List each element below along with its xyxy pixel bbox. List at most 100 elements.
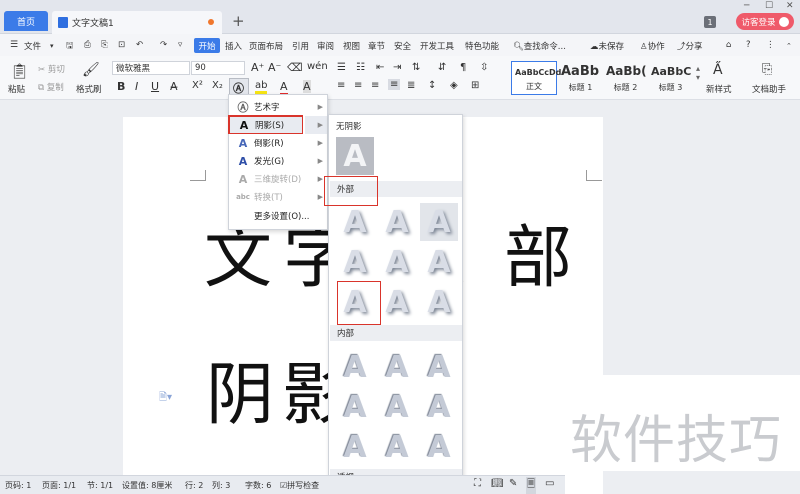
new-tab-button[interactable]: + — [232, 12, 245, 30]
strikethrough-icon[interactable]: A̶ — [170, 80, 178, 93]
fullscreen-icon[interactable]: ⛶ — [474, 478, 481, 489]
cut-button[interactable]: ✂ 剪切 — [38, 63, 65, 75]
inner-shadow-option[interactable]: A — [336, 348, 374, 386]
grow-font-icon[interactable]: A⁺ — [251, 61, 264, 74]
inner-shadow-option[interactable]: A — [420, 428, 458, 466]
style-heading3[interactable]: AaBbC 标题 3 — [648, 61, 693, 95]
format-painter-icon[interactable]: 🖌︎ — [82, 62, 100, 78]
quick-access-chevron-icon[interactable]: ▿ — [178, 40, 182, 50]
line-spacing-icon[interactable]: ⇳ — [480, 62, 488, 73]
paste-icon[interactable]: 📋︎ — [10, 62, 29, 80]
undo-icon[interactable]: ↶ — [136, 40, 143, 50]
save-icon[interactable]: 🖫 — [66, 40, 73, 54]
outer-shadow-option[interactable]: A — [420, 203, 458, 241]
style-heading2[interactable]: AaBb( 标题 2 — [603, 61, 648, 95]
numbered-list-icon[interactable]: ☷ — [356, 62, 365, 73]
tab-review[interactable]: 审阅 — [317, 40, 334, 52]
bold-button[interactable]: B — [117, 80, 125, 93]
page-view-icon[interactable]: 🗏︎ — [526, 477, 537, 494]
window-count-badge[interactable]: 1 — [704, 16, 716, 28]
tab-chapter[interactable]: 章节 — [368, 40, 385, 52]
more-icon[interactable]: ⋮ — [766, 40, 775, 50]
inner-shadow-option[interactable]: A — [378, 428, 416, 466]
paragraph-options-icon[interactable]: 🗎︎▾ — [159, 390, 172, 407]
spell-check-button[interactable]: ☑拼写检查 — [280, 480, 319, 491]
no-shadow-option[interactable]: A — [336, 137, 374, 175]
new-style-icon[interactable]: A̋ — [713, 62, 723, 78]
unsaved-status[interactable]: ☁未保存 — [590, 40, 624, 52]
outer-shadow-option[interactable]: A — [420, 283, 458, 321]
superscript-icon[interactable]: X² — [192, 80, 203, 91]
collab-button[interactable]: ♙协作 — [640, 40, 665, 52]
char-shading-icon[interactable]: A — [303, 80, 311, 93]
show-marks-icon[interactable]: ¶ — [460, 62, 466, 73]
format-painter-button[interactable]: 格式刷 — [76, 83, 102, 95]
bullet-list-icon[interactable]: ☰ — [337, 62, 346, 73]
style-heading1[interactable]: AaBb 标题 1 — [558, 61, 603, 95]
export-icon[interactable]: ⊡ — [118, 40, 125, 50]
font-size-select[interactable]: 90 — [191, 61, 245, 75]
close-icon[interactable]: ✕ — [786, 1, 794, 11]
tab-view[interactable]: 视图 — [343, 40, 360, 52]
sort-icon[interactable]: ⇵ — [438, 62, 446, 73]
submenu-arrow-area[interactable]: ▶ — [305, 116, 327, 134]
menu-item-glow[interactable]: A 发光(G) ▶ — [229, 152, 327, 170]
text-effect-button[interactable]: Ⓐ — [229, 78, 249, 95]
style-scroll-icon[interactable]: ▴ ▾ — [696, 64, 700, 82]
underline-button[interactable]: U — [151, 80, 159, 93]
shrink-font-icon[interactable]: A⁻ — [268, 61, 281, 74]
clear-format-icon[interactable]: ⌫ — [287, 61, 303, 74]
collapse-ribbon-icon[interactable]: ⌃ — [786, 42, 792, 50]
inner-shadow-option[interactable]: A — [378, 388, 416, 426]
shading-icon[interactable]: ◈ — [450, 80, 458, 91]
tab-page-layout[interactable]: 页面布局 — [249, 40, 283, 52]
increase-indent-icon[interactable]: ⇥ — [393, 62, 401, 73]
home-tab[interactable]: 首页 — [4, 11, 48, 31]
guest-login-button[interactable]: 访客登录 — [736, 13, 794, 30]
share-button[interactable]: ⤴分享 — [677, 40, 703, 52]
new-style-button[interactable]: 新样式 — [706, 83, 732, 95]
minimize-icon[interactable]: ─ — [744, 1, 749, 11]
tab-start[interactable]: 开始 — [194, 38, 220, 53]
inner-shadow-option[interactable]: A — [336, 428, 374, 466]
file-menu[interactable]: 文件 — [24, 40, 41, 52]
inner-shadow-option[interactable]: A — [336, 388, 374, 426]
chevron-down-icon[interactable]: ▾ — [50, 42, 54, 50]
print-icon[interactable]: ⎘ — [101, 40, 108, 50]
pinyin-icon[interactable]: wén — [307, 61, 328, 72]
outer-shadow-option[interactable]: A — [420, 243, 458, 281]
outer-shadow-option[interactable]: A — [378, 203, 416, 241]
read-mode-icon[interactable]: 📖︎ — [491, 478, 504, 489]
menu-item-reflection[interactable]: A 倒影(R) ▶ — [229, 134, 327, 152]
outer-shadow-option[interactable]: A — [378, 283, 416, 321]
redo-icon[interactable]: ↷ — [160, 40, 167, 50]
tab-insert[interactable]: 插入 — [225, 40, 242, 52]
print-preview-icon[interactable]: ⎙ — [84, 40, 91, 50]
doc-assistant-button[interactable]: 文档助手 — [752, 83, 786, 95]
distribute-icon[interactable]: ≣ — [407, 80, 415, 91]
tab-references[interactable]: 引用 — [292, 40, 309, 52]
inner-shadow-option[interactable]: A — [420, 348, 458, 386]
outer-shadow-option[interactable]: A — [378, 243, 416, 281]
search-command[interactable]: 🔍︎查找命令... — [513, 40, 566, 52]
outer-shadow-option[interactable]: A — [336, 243, 374, 281]
style-normal[interactable]: AaBbCcDd 正文 — [511, 61, 561, 95]
menu-item-more-settings[interactable]: 更多设置(O)... — [229, 207, 327, 225]
paste-button[interactable]: 粘贴 — [8, 83, 25, 95]
hamburger-icon[interactable]: ☰ — [10, 40, 18, 50]
align-left-icon[interactable]: ≡ — [337, 80, 345, 91]
tab-developer[interactable]: 开发工具 — [420, 40, 454, 52]
web-view-icon[interactable]: ▭ — [545, 478, 554, 489]
paragraph-spacing-icon[interactable]: ↕ — [428, 80, 436, 91]
tab-special[interactable]: 特色功能 — [465, 40, 499, 52]
doc-assistant-icon[interactable]: ⎘ — [762, 62, 772, 77]
border-icon[interactable]: ⊞ — [471, 80, 479, 91]
outer-shadow-option[interactable]: A — [336, 203, 374, 241]
font-name-select[interactable]: 微软雅黑 — [112, 61, 190, 75]
inner-shadow-option[interactable]: A — [420, 388, 458, 426]
chinese-layout-icon[interactable]: ⇅ — [412, 62, 420, 73]
align-right-icon[interactable]: ≡ — [371, 80, 379, 91]
document-tab[interactable]: 文字文稿1 — [52, 11, 222, 34]
subscript-icon[interactable]: X₂ — [212, 80, 223, 91]
copy-button[interactable]: ⧉ 复制 — [38, 81, 64, 93]
